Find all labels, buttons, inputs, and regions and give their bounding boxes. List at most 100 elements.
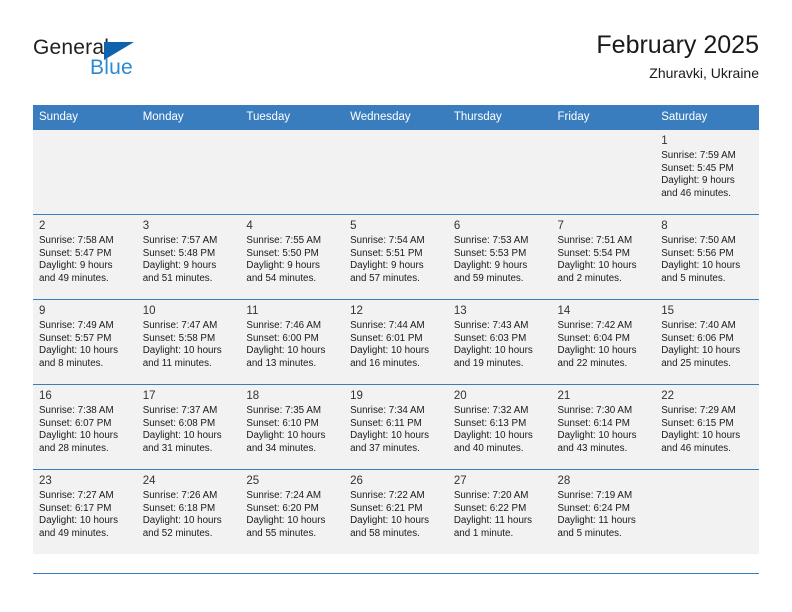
calendar-day-cell[interactable]: 8 Sunrise: 7:50 AM Sunset: 5:56 PM Daylig… [655,214,759,300]
calendar-week-row: 9 Sunrise: 7:49 AM Sunset: 5:57 PM Daylig… [33,299,759,385]
weekday-header-sunday: Sunday [33,105,137,130]
calendar-day-cell[interactable]: 1 Sunrise: 7:59 AM Sunset: 5:45 PM Daylig… [655,129,759,215]
day-number: 1 [661,135,668,147]
page-header: General Blue February 2025 Zhuravki, Ukr… [33,30,759,96]
day-number: 6 [453,220,461,232]
calendar-cell-content: 24 Sunrise: 7:26 AM Sunset: 6:18 PM Dayli… [137,470,241,550]
sun-times-text: Sunrise: 7:20 AM Sunset: 6:22 PM Dayligh… [453,490,533,539]
calendar-cell-content: 17 Sunrise: 7:37 AM Sunset: 6:08 PM Dayli… [137,385,241,465]
day-number: 7 [557,220,564,232]
weekday-header-monday: Monday [136,105,241,130]
calendar-day-cell[interactable]: 13 Sunrise: 7:43 AM Sunset: 6:03 PM Dayli… [447,299,552,385]
sun-times-text: Sunrise: 7:47 AM Sunset: 5:58 PM Dayligh… [142,320,222,369]
calendar-cell-content: 19 Sunrise: 7:34 AM Sunset: 6:11 PM Dayli… [344,385,448,465]
weekday-header-friday: Friday [551,105,656,130]
day-number: 18 [246,390,260,402]
calendar-cell-content [344,130,448,210]
sun-times-text: Sunrise: 7:54 AM Sunset: 5:51 PM Dayligh… [350,235,425,284]
calendar-day-cell[interactable]: 26 Sunrise: 7:22 AM Sunset: 6:21 PM Dayli… [344,469,448,554]
calendar-cell-empty [344,129,448,215]
calendar-day-cell[interactable]: 18 Sunrise: 7:35 AM Sunset: 6:10 PM Dayli… [240,384,345,470]
calendar-day-cell[interactable]: 10 Sunrise: 7:47 AM Sunset: 5:58 PM Dayli… [136,299,241,385]
calendar-cell-content: 2 Sunrise: 7:58 AM Sunset: 5:47 PM Daylig… [33,215,137,295]
calendar-day-cell[interactable]: 19 Sunrise: 7:34 AM Sunset: 6:11 PM Dayli… [344,384,448,470]
calendar-day-cell[interactable]: 5 Sunrise: 7:54 AM Sunset: 5:51 PM Daylig… [344,214,448,300]
sun-times-text: Sunrise: 7:58 AM Sunset: 5:47 PM Dayligh… [39,235,114,284]
day-number: 10 [142,305,156,317]
day-number: 21 [557,390,571,402]
day-number: 26 [350,475,363,487]
calendar-day-cell[interactable]: 24 Sunrise: 7:26 AM Sunset: 6:18 PM Dayli… [136,469,241,554]
calendar-cell-empty [655,469,759,554]
sun-times-text: Sunrise: 7:24 AM Sunset: 6:20 PM Dayligh… [246,490,326,539]
day-number: 22 [661,390,675,402]
day-number: 23 [39,475,52,487]
calendar-cell-empty [240,129,345,215]
day-number: 16 [39,390,52,402]
sun-times-text: Sunrise: 7:27 AM Sunset: 6:17 PM Dayligh… [39,490,118,539]
calendar-day-cell[interactable]: 6 Sunrise: 7:53 AM Sunset: 5:53 PM Daylig… [447,214,552,300]
day-number: 5 [350,220,357,232]
calendar-cell-content: 20 Sunrise: 7:32 AM Sunset: 6:13 PM Dayli… [448,385,552,465]
calendar-day-cell[interactable]: 15 Sunrise: 7:40 AM Sunset: 6:06 PM Dayli… [655,299,759,385]
calendar-week-row: 1 Sunrise: 7:59 AM Sunset: 5:45 PM Daylig… [33,129,759,215]
calendar-cell-content [240,130,344,210]
sun-times-text: Sunrise: 7:55 AM Sunset: 5:50 PM Dayligh… [246,235,322,284]
day-number: 12 [350,305,363,317]
calendar-day-cell[interactable]: 11 Sunrise: 7:46 AM Sunset: 6:00 PM Dayli… [240,299,345,385]
calendar-day-cell[interactable]: 7 Sunrise: 7:51 AM Sunset: 5:54 PM Daylig… [551,214,656,300]
calendar-cell-content: 27 Sunrise: 7:20 AM Sunset: 6:22 PM Dayli… [448,470,552,550]
calendar-day-cell[interactable]: 9 Sunrise: 7:49 AM Sunset: 5:57 PM Daylig… [33,299,137,385]
calendar-day-cell[interactable]: 3 Sunrise: 7:57 AM Sunset: 5:48 PM Daylig… [136,214,241,300]
sun-times-text: Sunrise: 7:44 AM Sunset: 6:01 PM Dayligh… [350,320,430,369]
calendar-cell-content: 23 Sunrise: 7:27 AM Sunset: 6:17 PM Dayli… [33,470,137,550]
day-number: 27 [453,475,467,487]
sun-times-text: Sunrise: 7:30 AM Sunset: 6:14 PM Dayligh… [557,405,637,454]
sun-times-text: Sunrise: 7:32 AM Sunset: 6:13 PM Dayligh… [453,405,533,454]
calendar-week-row: 2 Sunrise: 7:58 AM Sunset: 5:47 PM Daylig… [33,214,759,300]
calendar-day-cell[interactable]: 23 Sunrise: 7:27 AM Sunset: 6:17 PM Dayli… [33,469,137,554]
day-number: 20 [453,390,467,402]
calendar-day-cell[interactable]: 17 Sunrise: 7:37 AM Sunset: 6:08 PM Dayli… [136,384,241,470]
calendar-body: 1 Sunrise: 7:59 AM Sunset: 5:45 PM Daylig… [33,129,759,554]
calendar-day-cell[interactable]: 28 Sunrise: 7:19 AM Sunset: 6:24 PM Dayli… [551,469,656,554]
calendar-cell-content: 5 Sunrise: 7:54 AM Sunset: 5:51 PM Daylig… [344,215,448,295]
calendar-day-cell[interactable]: 14 Sunrise: 7:42 AM Sunset: 6:04 PM Dayli… [551,299,656,385]
calendar-cell-empty [33,129,137,215]
calendar-cell-content: 1 Sunrise: 7:59 AM Sunset: 5:45 PM Daylig… [655,130,759,210]
sun-times-text: Sunrise: 7:42 AM Sunset: 6:04 PM Dayligh… [557,320,637,369]
sun-times-text: Sunrise: 7:35 AM Sunset: 6:10 PM Dayligh… [246,405,326,454]
calendar-cell-content: 14 Sunrise: 7:42 AM Sunset: 6:04 PM Dayli… [552,300,656,380]
calendar-cell-content [655,470,759,550]
calendar-cell-content: 8 Sunrise: 7:50 AM Sunset: 5:56 PM Daylig… [655,215,759,295]
calendar-cell-content [448,130,552,210]
calendar-cell-empty [136,129,241,215]
day-number: 11 [246,305,259,317]
day-number: 24 [142,475,156,487]
calendar-day-cell[interactable]: 4 Sunrise: 7:55 AM Sunset: 5:50 PM Daylig… [240,214,345,300]
calendar-day-cell[interactable]: 27 Sunrise: 7:20 AM Sunset: 6:22 PM Dayli… [447,469,552,554]
sun-times-text: Sunrise: 7:57 AM Sunset: 5:48 PM Dayligh… [142,235,218,284]
calendar-day-cell[interactable]: 22 Sunrise: 7:29 AM Sunset: 6:15 PM Dayli… [655,384,759,470]
calendar-day-cell[interactable]: 12 Sunrise: 7:44 AM Sunset: 6:01 PM Dayli… [344,299,448,385]
weekday-header-row: Sunday Monday Tuesday Wednesday Thursday… [33,105,759,130]
weekday-header-saturday: Saturday [655,105,759,130]
sun-times-text: Sunrise: 7:59 AM Sunset: 5:45 PM Dayligh… [661,150,736,199]
calendar-table: Sunday Monday Tuesday Wednesday Thursday… [33,105,759,554]
day-number: 17 [142,390,156,402]
calendar-cell-content [552,130,656,210]
calendar-cell-content: 7 Sunrise: 7:51 AM Sunset: 5:54 PM Daylig… [552,215,656,295]
calendar-day-cell[interactable]: 25 Sunrise: 7:24 AM Sunset: 6:20 PM Dayli… [240,469,345,554]
sun-times-text: Sunrise: 7:50 AM Sunset: 5:56 PM Dayligh… [661,235,741,284]
calendar-day-cell[interactable]: 20 Sunrise: 7:32 AM Sunset: 6:13 PM Dayli… [447,384,552,470]
sun-times-text: Sunrise: 7:34 AM Sunset: 6:11 PM Dayligh… [350,405,430,454]
calendar-day-cell[interactable]: 21 Sunrise: 7:30 AM Sunset: 6:14 PM Dayli… [551,384,656,470]
calendar-cell-content: 13 Sunrise: 7:43 AM Sunset: 6:03 PM Dayli… [448,300,552,380]
day-number: 2 [39,220,46,232]
calendar-day-cell[interactable]: 16 Sunrise: 7:38 AM Sunset: 6:07 PM Dayli… [33,384,137,470]
calendar-cell-content: 11 Sunrise: 7:46 AM Sunset: 6:00 PM Dayli… [240,300,344,380]
logo-text-blue: Blue [90,56,133,79]
page-subtitle: Zhuravki, Ukraine [649,65,759,81]
sun-times-text: Sunrise: 7:53 AM Sunset: 5:53 PM Dayligh… [453,235,529,284]
calendar-day-cell[interactable]: 2 Sunrise: 7:58 AM Sunset: 5:47 PM Daylig… [33,214,137,300]
